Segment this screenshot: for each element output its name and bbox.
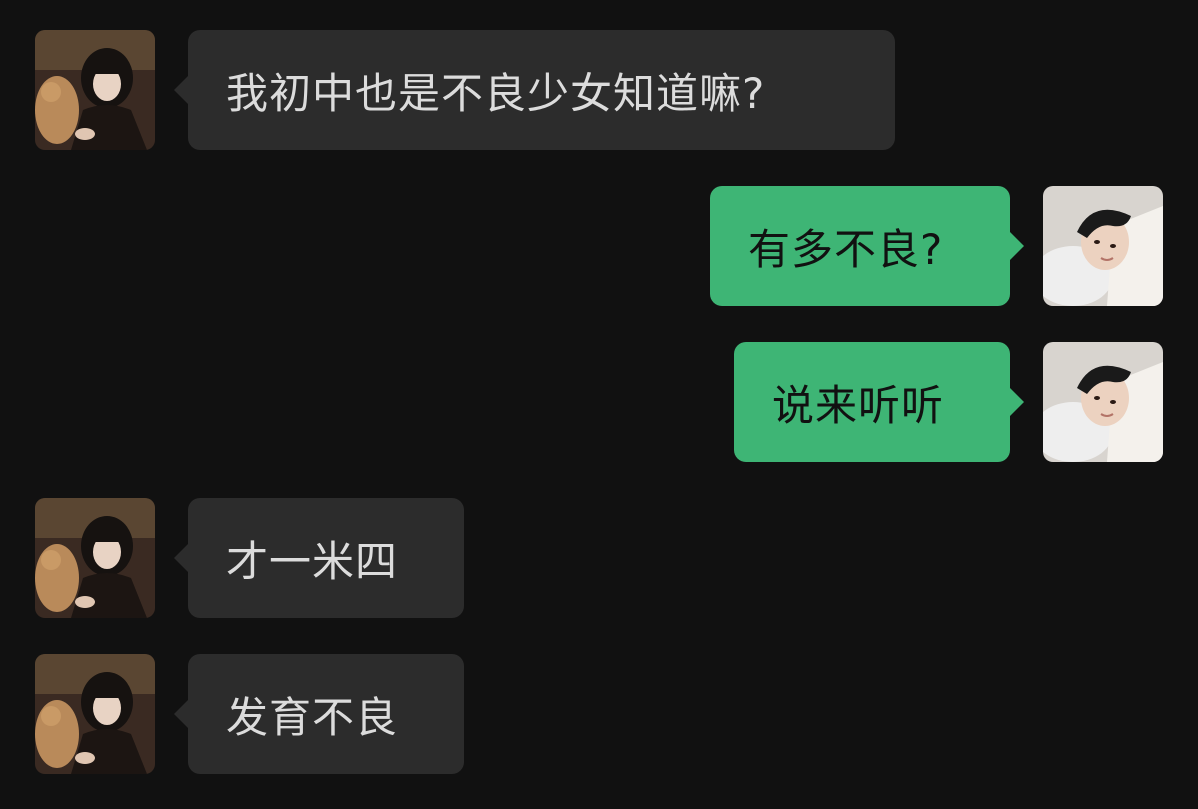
message-text: 我初中也是不良少女知道嘛? [226, 68, 766, 118]
boy-avatar-image [1043, 186, 1163, 306]
message-bubble[interactable]: 发育不良 [174, 654, 464, 774]
message-text: 有多不良? [748, 224, 944, 274]
message-bubble[interactable]: 说来听听 [734, 342, 1024, 462]
girl-avatar-image [35, 498, 155, 618]
message-row-outgoing: 有多不良? [710, 186, 1163, 306]
message-row-incoming: 才一米四 [35, 498, 475, 618]
message-bubble[interactable]: 有多不良? [710, 186, 1024, 306]
girl-avatar-image [35, 30, 155, 150]
bubble-tail [174, 700, 188, 728]
bubble-tail [174, 544, 188, 572]
bubble-tail [174, 76, 188, 104]
chat-message-list: 我初中也是不良少女知道嘛? 有多不良? 说来听听 才一米四 发育不良 [0, 0, 1198, 809]
girl-avatar[interactable] [35, 498, 155, 618]
boy-avatar[interactable] [1043, 342, 1163, 462]
message-text: 发育不良 [226, 692, 399, 742]
boy-avatar[interactable] [1043, 186, 1163, 306]
message-row-outgoing: 说来听听 [734, 342, 1163, 462]
message-bubble[interactable]: 我初中也是不良少女知道嘛? [174, 30, 895, 150]
message-bubble[interactable]: 才一米四 [174, 498, 464, 618]
message-text: 说来听听 [772, 380, 945, 430]
message-row-incoming: 发育不良 [35, 654, 475, 774]
bubble-tail [1010, 232, 1024, 260]
girl-avatar[interactable] [35, 654, 155, 774]
girl-avatar-image [35, 654, 155, 774]
message-text: 才一米四 [226, 536, 399, 586]
boy-avatar-image [1043, 342, 1163, 462]
message-row-incoming: 我初中也是不良少女知道嘛? [35, 30, 905, 150]
bubble-tail [1010, 388, 1024, 416]
girl-avatar[interactable] [35, 30, 155, 150]
